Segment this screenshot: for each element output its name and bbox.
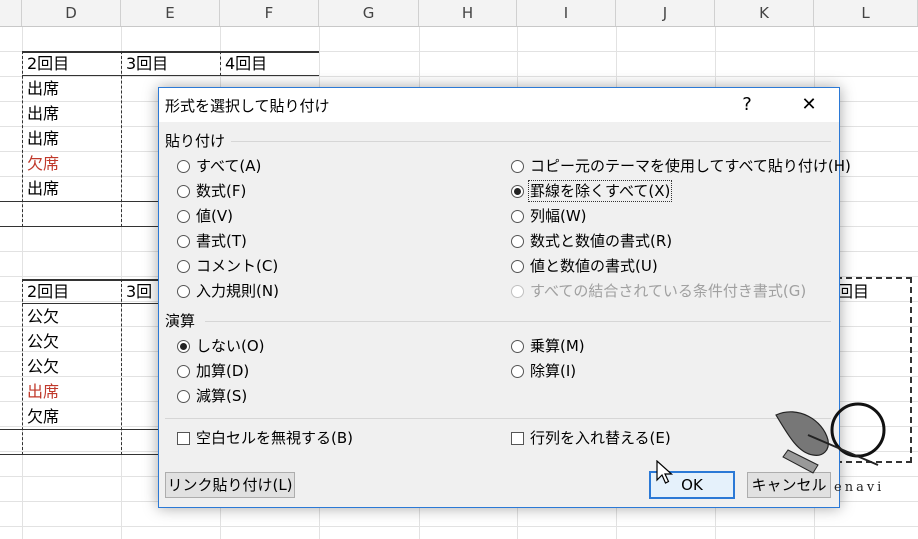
radio-paste-all-except-borders[interactable]: 罫線を除くすべて(X): [511, 180, 673, 202]
sheet-cell[interactable]: 出席: [22, 77, 59, 101]
column-header-D[interactable]: D: [22, 0, 121, 26]
radio-paste-values[interactable]: 値(V): [177, 205, 233, 227]
radio-circle-icon: [511, 210, 524, 223]
radio-circle-icon: [511, 340, 524, 353]
column-header-E[interactable]: E: [121, 0, 220, 26]
radio-circle-icon: [511, 365, 524, 378]
close-icon[interactable]: ✕: [795, 92, 823, 118]
radio-paste-column-widths[interactable]: 列幅(W): [511, 205, 587, 227]
column-header-G[interactable]: G: [319, 0, 419, 26]
sheet-cell[interactable]: 出席: [22, 127, 59, 151]
mouse-cursor-icon: [656, 460, 674, 484]
column-header-F[interactable]: F: [220, 0, 319, 26]
dialog-title: 形式を選択して貼り付け: [165, 97, 330, 115]
column-header-C-partial[interactable]: [0, 0, 22, 26]
radio-paste-formats[interactable]: 書式(T): [177, 230, 247, 252]
sheet-cell[interactable]: 出席: [22, 380, 59, 404]
dialog-titlebar[interactable]: 形式を選択して貼り付け ? ✕: [159, 88, 839, 122]
checkbox-skip-blanks[interactable]: 空白セルを無視する(B): [177, 427, 353, 449]
sheet-cell[interactable]: 出席: [22, 102, 59, 126]
radio-selected-icon: [177, 340, 190, 353]
radio-circle-icon: [511, 235, 524, 248]
radio-circle-icon: [177, 365, 190, 378]
sheet-cell[interactable]: 欠席: [22, 405, 59, 429]
radio-paste-formulas-number-formats[interactable]: 数式と数値の書式(R): [511, 230, 672, 252]
checkbox-icon: [511, 432, 524, 445]
radio-circle-icon: [177, 160, 190, 173]
radio-circle-icon: [177, 285, 190, 298]
paste-section-label: 貼り付け: [165, 132, 226, 150]
paste-link-button[interactable]: リンク貼り付け(L): [165, 472, 295, 498]
sheet-cell[interactable]: 欠席: [22, 152, 59, 176]
radio-circle-icon: [511, 160, 524, 173]
sheet-cell-header[interactable]: 2回目: [22, 280, 69, 304]
radio-op-multiply[interactable]: 乗算(M): [511, 335, 585, 357]
sheet-cell[interactable]: 公欠: [22, 330, 59, 354]
radio-paste-source-theme[interactable]: コピー元のテーマを使用してすべて貼り付け(H): [511, 155, 851, 177]
radio-paste-formulas[interactable]: 数式(F): [177, 180, 246, 202]
radio-circle-icon: [511, 260, 524, 273]
sheet-cell[interactable]: 公欠: [22, 355, 59, 379]
sheet-cell-header[interactable]: 4回目: [220, 52, 267, 76]
paste-special-dialog: 形式を選択して貼り付け ? ✕ 貼り付け すべて(A) 数式(F) 値(V) 書…: [158, 87, 851, 508]
column-header-bar: D E F G H I J K L: [0, 0, 918, 27]
column-header-K[interactable]: K: [715, 0, 814, 26]
checkbox-icon: [177, 432, 190, 445]
radio-paste-comments[interactable]: コメント(C): [177, 255, 278, 277]
column-header-I[interactable]: I: [517, 0, 616, 26]
radio-paste-merged-conditional-formats: すべての結合されている条件付き書式(G): [511, 280, 806, 302]
radio-circle-icon: [511, 285, 524, 298]
column-header-L[interactable]: L: [814, 0, 918, 26]
radio-op-add[interactable]: 加算(D): [177, 360, 249, 382]
radio-paste-values-number-formats[interactable]: 値と数値の書式(U): [511, 255, 658, 277]
column-header-H[interactable]: H: [419, 0, 517, 26]
operation-section-label: 演算: [165, 312, 196, 330]
sheet-cell-header[interactable]: 2回目: [22, 52, 69, 76]
radio-paste-validation[interactable]: 入力規則(N): [177, 280, 279, 302]
watermark-logo: enavi: [775, 402, 886, 495]
radio-circle-icon: [177, 235, 190, 248]
radio-selected-icon: [511, 185, 524, 198]
sheet-cell-header[interactable]: 3回目: [121, 52, 168, 76]
radio-op-subtract[interactable]: 減算(S): [177, 385, 247, 407]
radio-op-none[interactable]: しない(O): [177, 335, 265, 357]
radio-circle-icon: [177, 185, 190, 198]
help-button[interactable]: ?: [733, 92, 761, 118]
sheet-cell[interactable]: 出席: [22, 177, 59, 201]
radio-circle-icon: [177, 210, 190, 223]
radio-circle-icon: [177, 260, 190, 273]
watermark-text: enavi: [834, 480, 884, 495]
radio-paste-all[interactable]: すべて(A): [177, 155, 261, 177]
checkbox-transpose[interactable]: 行列を入れ替える(E): [511, 427, 671, 449]
radio-circle-icon: [177, 390, 190, 403]
radio-op-divide[interactable]: 除算(I): [511, 360, 576, 382]
sheet-cell-header[interactable]: 3回: [121, 280, 152, 304]
column-header-J[interactable]: J: [616, 0, 715, 26]
sheet-cell[interactable]: 公欠: [22, 305, 59, 329]
